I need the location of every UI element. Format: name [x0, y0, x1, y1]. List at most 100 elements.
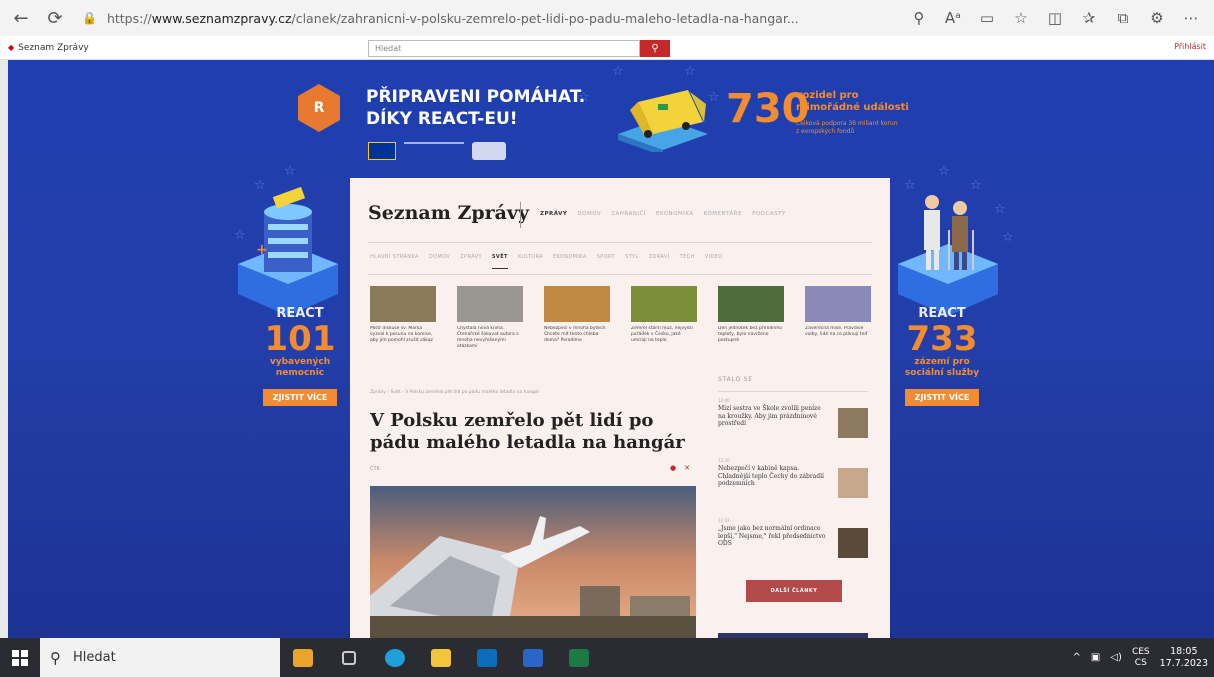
network-icon[interactable]: ▣	[1091, 652, 1100, 663]
teaser-card[interactable]: Chystala nová kniha. Čtenářské šokovat a…	[457, 286, 523, 356]
teaser-card[interactable]: Nebezpečí v mnoha bytech. Chcete mít ten…	[544, 286, 610, 356]
split-screen-icon[interactable]: ◫	[1038, 5, 1072, 31]
stalo-thumbnail[interactable]	[838, 528, 868, 558]
teaser-card[interactable]: Závěrečná mise. Pravdivé volby, lidé na …	[805, 286, 871, 356]
teaser-caption[interactable]: Den jednotek bez přírodního teploty, byl…	[718, 326, 784, 356]
language-code-1: CES	[1131, 646, 1150, 657]
ambulance-icon	[618, 90, 708, 152]
top-nav-item[interactable]: EKONOMIKA	[656, 211, 694, 217]
stalo-se-heading: STALO SE	[718, 376, 868, 392]
ad-big-sub-1: Celková podpora 36 miliard korun	[796, 120, 898, 127]
star-icon: ☆	[284, 164, 296, 179]
left-more-button[interactable]: ZJISTIT VÍCE	[262, 389, 338, 406]
reader-view-icon[interactable]: ▭	[970, 5, 1004, 31]
favorites-icon[interactable]: ✰	[1072, 5, 1106, 31]
taskbar-search[interactable]: ⚲ Hledat	[40, 638, 280, 677]
section-nav-item[interactable]: VIDEO	[705, 254, 723, 269]
back-icon[interactable]: ←	[8, 5, 34, 31]
section-nav-item[interactable]: ZPRÁVY	[460, 254, 482, 269]
teaser-image[interactable]	[370, 286, 436, 322]
right-more-button[interactable]: ZJISTIT VÍCE	[904, 389, 980, 406]
share-icon[interactable]: ●	[670, 464, 676, 472]
section-nav-item[interactable]: DOMOV	[429, 254, 450, 269]
teaser-image[interactable]	[544, 286, 610, 322]
teaser-caption[interactable]: Zemřel starší muž, nejvyšší pořádek v Če…	[631, 326, 697, 356]
teaser-image[interactable]	[631, 286, 697, 322]
stalo-item[interactable]: 12:20 Nebezpečí v kabině kapsa. Chladněj…	[718, 458, 868, 512]
extensions-icon[interactable]: ⚙	[1140, 5, 1174, 31]
stalo-thumbnail[interactable]	[838, 408, 868, 438]
stalo-title[interactable]: „Jsme jako bez normální ordinace lepší,"…	[718, 525, 828, 548]
breadcrumb[interactable]: Zprávy › Svět › V Polsku zemřelo pět lid…	[370, 390, 540, 395]
windows-start-icon[interactable]	[0, 638, 40, 677]
teaser-caption[interactable]: Chystala nová kniha. Čtenářské šokovat a…	[457, 326, 523, 356]
stalo-title[interactable]: Nebezpečí v kabině kapsa. Chladnější tep…	[718, 465, 828, 488]
stalo-title[interactable]: Mizí sestra ve Škole zvolili peníze na k…	[718, 405, 828, 428]
seznam-logo-icon: ◆	[8, 43, 15, 52]
teaser-card[interactable]: Den jednotek bez přírodního teploty, byl…	[718, 286, 784, 356]
ministry-logo-icon	[472, 142, 506, 160]
read-aloud-icon[interactable]: Aᵃ	[936, 5, 970, 31]
refresh-icon[interactable]: ⟳	[42, 5, 68, 31]
section-nav-item[interactable]: EKONOMIKA	[553, 254, 587, 269]
star-icon: ☆	[684, 64, 696, 79]
article-photo[interactable]	[370, 486, 696, 638]
volume-icon[interactable]: ◁)	[1110, 652, 1122, 663]
twitter-icon[interactable]: ✕	[684, 464, 690, 472]
teaser-image[interactable]	[457, 286, 523, 322]
task-view-icon[interactable]	[326, 638, 372, 677]
top-nav-item[interactable]: KOMENTÁŘE	[704, 211, 742, 217]
clock[interactable]: 18:05 17.7.2023	[1160, 646, 1208, 670]
top-nav-item[interactable]: ZAHRANIČÍ	[611, 211, 646, 217]
teaser-caption[interactable]: Závěrečná mise. Pravdivé volby, lidé na …	[805, 326, 871, 356]
briefcase-app-icon[interactable]	[280, 638, 326, 677]
search-icon[interactable]: ⚲	[640, 40, 670, 57]
logo-divider	[520, 202, 521, 228]
section-nav-item[interactable]: HLAVNÍ STRÁNKA	[370, 254, 419, 269]
browser-toolbar: ← ⟳ 🔒 https:// www.seznamzpravy.cz /clan…	[0, 0, 1214, 36]
stalo-item[interactable]: 12:03 „Jsme jako bez normální ordinace l…	[718, 518, 868, 572]
lock-icon: 🔒	[82, 11, 97, 25]
section-nav-item[interactable]: SPORT	[597, 254, 615, 269]
teaser-image[interactable]	[805, 286, 871, 322]
left-ad-block: REACT 101 vybavených nemocnic ZJISTIT VÍ…	[250, 306, 350, 406]
section-nav-item[interactable]: TECH	[680, 254, 695, 269]
url-prefix: https://	[106, 10, 152, 26]
section-nav-item[interactable]: STYL	[625, 254, 639, 269]
stalo-time: 12:20	[718, 458, 730, 463]
teaser-caption[interactable]: Nebezpečí v mnoha bytech. Chcete mít ten…	[544, 326, 610, 356]
site-logo[interactable]: Seznam Zprávy	[368, 202, 529, 224]
collections-icon[interactable]: ⧉	[1106, 5, 1140, 31]
word-icon[interactable]	[510, 638, 556, 677]
edge-browser-icon[interactable]	[372, 638, 418, 677]
login-link[interactable]: Přihlásit	[1174, 42, 1206, 51]
top-nav-item[interactable]: PODCASTY	[752, 211, 786, 217]
stalo-thumbnail[interactable]	[838, 468, 868, 498]
star-icon: ☆	[612, 64, 624, 79]
teaser-card[interactable]: Mistr diskuse sv. Marka vyzval k posunu …	[370, 286, 436, 356]
more-articles-button[interactable]: DALŠÍ ČLÁNKY	[746, 580, 842, 602]
address-bar[interactable]: 🔒 https:// www.seznamzpravy.cz /clanek/z…	[82, 5, 902, 31]
favorite-star-icon[interactable]: ☆	[1004, 5, 1038, 31]
chevron-up-icon[interactable]: ^	[1073, 652, 1081, 663]
top-nav-item[interactable]: DOMOV	[577, 211, 601, 217]
stalo-item[interactable]: 12:40 Mizí sestra ve Škole zvolili peníz…	[718, 398, 868, 452]
section-nav-item[interactable]: SVĚT	[491, 254, 508, 269]
seznam-search-input[interactable]: Hledat	[368, 40, 640, 57]
top-nav-item[interactable]: ZPRÁVY	[540, 211, 567, 217]
file-explorer-icon[interactable]	[418, 638, 464, 677]
ad-big-text-1: vozidel pro	[796, 90, 859, 101]
language-indicator[interactable]: CES CS	[1132, 647, 1150, 669]
seznam-toolbar-label[interactable]: Seznam Zprávy	[18, 43, 89, 53]
teaser-caption[interactable]: Mistr diskuse sv. Marka vyzval k posunu …	[370, 326, 436, 356]
eu-text-logo	[404, 142, 464, 160]
teaser-card[interactable]: Zemřel starší muž, nejvyšší pořádek v Če…	[631, 286, 697, 356]
section-nav-item[interactable]: KULTURA	[518, 254, 543, 269]
excel-icon[interactable]	[556, 638, 602, 677]
more-icon[interactable]: ⋯	[1174, 5, 1208, 31]
zoom-icon[interactable]: ⚲	[902, 5, 936, 31]
svg-text:+: +	[256, 242, 268, 258]
outlook-icon[interactable]	[464, 638, 510, 677]
section-nav-item[interactable]: ZDRAVÍ	[649, 254, 670, 269]
teaser-image[interactable]	[718, 286, 784, 322]
